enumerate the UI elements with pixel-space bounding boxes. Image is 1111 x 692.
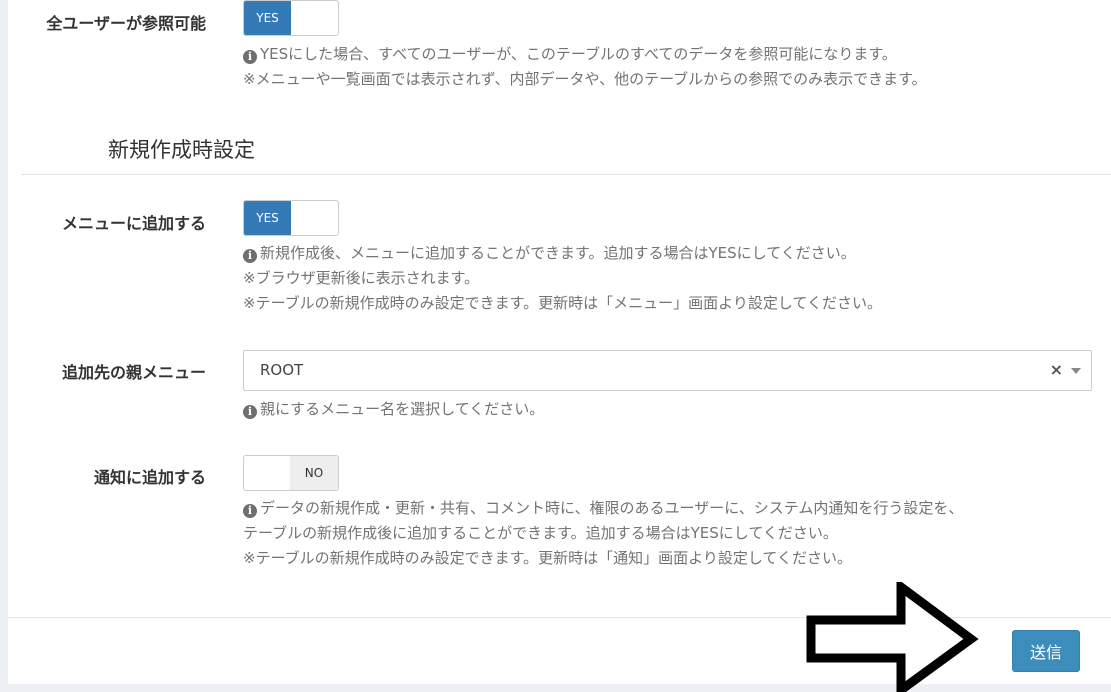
help-text: ※ブラウザ更新後に表示されます。: [243, 269, 480, 287]
add-to-menu-toggle[interactable]: YES: [243, 200, 339, 236]
right-arrow-icon: [806, 582, 979, 692]
parent-menu-select[interactable]: ROOT ×: [243, 350, 1092, 391]
settings-panel: 全ユーザーが参照可能 YES i YESにした場合、すべてのユーザーが、このテーブ…: [8, 0, 1111, 692]
help-text: テーブルの新規作成後に追加することができます。追加する場合はYESにしてください…: [243, 524, 838, 542]
toggle-yes: YES: [244, 201, 291, 235]
parent-menu-label: 追加先の親メニュー: [61, 363, 206, 382]
toggle-no: NO: [290, 456, 338, 490]
parent-menu-selected: ROOT: [260, 361, 304, 379]
info-circle-icon: i: [243, 50, 257, 64]
add-notification-label: 通知に追加する: [93, 468, 206, 487]
help-text: データの新規作成・更新・共有、コメント時に、権限のあるユーザーに、システム内通知…: [260, 499, 964, 517]
help-text: 親にするメニュー名を選択してください。: [260, 400, 545, 418]
info-circle-icon: i: [243, 249, 257, 263]
section-title: 新規作成時設定: [108, 138, 255, 162]
help-text: ※メニューや一覧画面では表示されず、内部データや、他のテーブルからの参照でのみ表…: [243, 70, 927, 88]
info-circle-icon: i: [243, 405, 257, 419]
help-text: 新規作成後、メニューに追加することができます。追加する場合はYESにしてください…: [260, 244, 856, 262]
add-to-menu-label: メニューに追加する: [61, 214, 206, 233]
toggle-yes: YES: [244, 1, 291, 35]
help-text: YESにした場合、すべてのユーザーが、このテーブルのすべてのデータを参照可能にな…: [260, 45, 897, 63]
add-notification-help: i データの新規作成・更新・共有、コメント時に、権限のあるユーザーに、システム内通…: [243, 496, 963, 571]
section-divider: [21, 174, 1111, 175]
help-text: ※テーブルの新規作成時のみ設定できます。更新時は「メニュー」画面より設定してくだ…: [243, 294, 882, 312]
chevron-down-icon[interactable]: [1071, 368, 1081, 374]
add-to-menu-help: i 新規作成後、メニューに追加することができます。追加する場合はYESにしてくださ…: [243, 241, 882, 316]
public-all-users-label: 全ユーザーが参照可能: [46, 14, 206, 33]
add-notification-toggle[interactable]: NO: [243, 455, 339, 491]
submit-button[interactable]: 送信: [1012, 630, 1080, 672]
help-text: ※テーブルの新規作成時のみ設定できます。更新時は「通知」画面より設定してください…: [243, 549, 852, 567]
parent-menu-help: i 親にするメニュー名を選択してください。: [243, 397, 544, 422]
public-all-users-help: i YESにした場合、すべてのユーザーが、このテーブルのすべてのデータを参照可能に…: [243, 42, 927, 92]
public-all-users-toggle[interactable]: YES: [243, 0, 339, 36]
clear-selection-icon[interactable]: ×: [1050, 360, 1063, 379]
info-circle-icon: i: [243, 504, 257, 518]
